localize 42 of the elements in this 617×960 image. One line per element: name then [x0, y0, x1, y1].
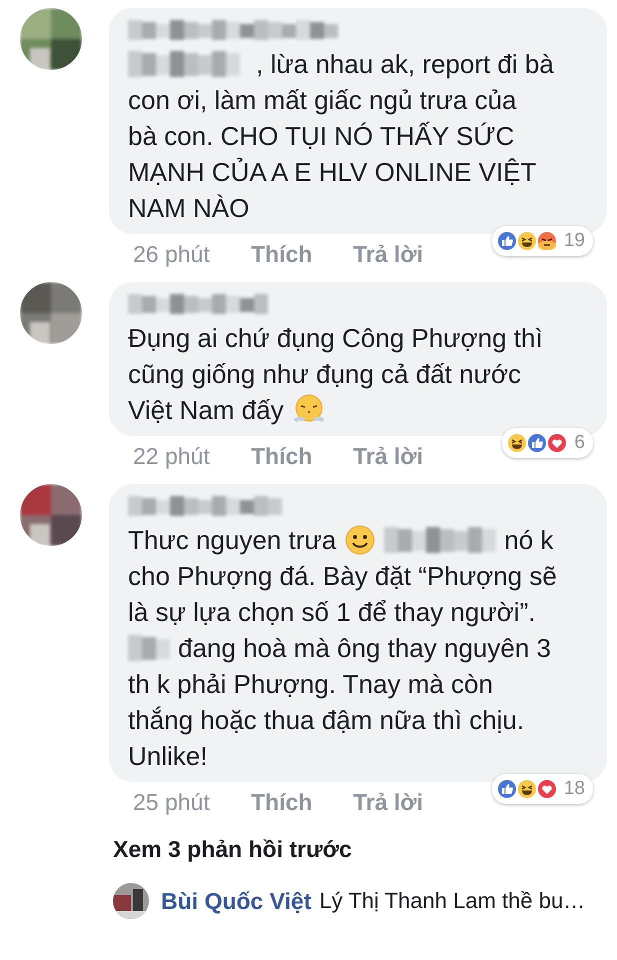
comment-text: cho Phượng đá. Bày đặt “Phượng sẽ [128, 560, 557, 593]
haha-reaction-icon [516, 230, 538, 252]
comment-text: MẠNH CỦA A E HLV ONLINE VIỆT [128, 156, 536, 189]
comment-text: , lừa nhau ak, report đi bà [256, 48, 554, 81]
comment-text: con ơi, làm mất giấc ngủ trưa của [128, 84, 517, 117]
haha-reaction-icon [516, 778, 538, 800]
like-reaction-icon [496, 230, 518, 252]
comment-text: bà con. CHO TỤI NÓ THẤY SỨC [128, 120, 514, 153]
comment-text: nó k [504, 524, 554, 557]
like-link[interactable]: Thích [251, 442, 353, 470]
love-reaction-icon [536, 778, 558, 800]
reply-link[interactable]: Trả lời [353, 788, 455, 816]
comment-text: Unlike! [128, 740, 208, 773]
reply-text: Lý Thị Thanh Lam thề bu… [319, 888, 586, 914]
like-reaction-icon [526, 432, 548, 454]
comment-time: 26 phút [133, 240, 211, 268]
comment-text: là sự lựa chọn số 1 để thay người”. [128, 596, 536, 629]
haha-reaction-icon [506, 432, 528, 454]
comment-time: 22 phút [133, 442, 211, 470]
like-link[interactable]: Thích [251, 788, 353, 816]
comment-time: 25 phút [133, 788, 211, 816]
comment-text: đang hoà mà ông thay nguyên 3 [178, 632, 551, 665]
comment-text: Thưc nguyen trưa [128, 524, 336, 557]
like-reaction-icon [496, 778, 518, 800]
comment-text: Đụng ai chứ đụng Công Phượng thì [128, 322, 543, 355]
comment-text: NAM NÀO [128, 192, 250, 225]
comment-text: th k phải Phượng. Tnay mà còn [128, 668, 493, 701]
love-reaction-icon [546, 432, 568, 454]
redacted-text [128, 635, 170, 661]
comment-text: Việt Nam đấy [128, 394, 284, 427]
view-previous-replies-link[interactable]: Xem 3 phản hồi trước [113, 836, 352, 862]
reply-link[interactable]: Trả lời [353, 442, 455, 470]
reply-link[interactable]: Trả lời [353, 240, 455, 268]
reply-author-link[interactable]: Bùi Quốc Việt [161, 888, 312, 914]
reactions-badge[interactable]: 6 [502, 428, 593, 458]
smiley-icon [344, 524, 376, 556]
comment-text: thắng hoặc thua đậm nữa thì chịu. [128, 704, 524, 737]
like-link[interactable]: Thích [251, 240, 353, 268]
reactions-badge[interactable]: 19 [492, 226, 593, 256]
reactions-badge[interactable]: 18 [492, 774, 593, 804]
comment-text: cũng giống như đụng cả đất nước [128, 358, 522, 391]
angry-reaction-icon [536, 230, 558, 252]
